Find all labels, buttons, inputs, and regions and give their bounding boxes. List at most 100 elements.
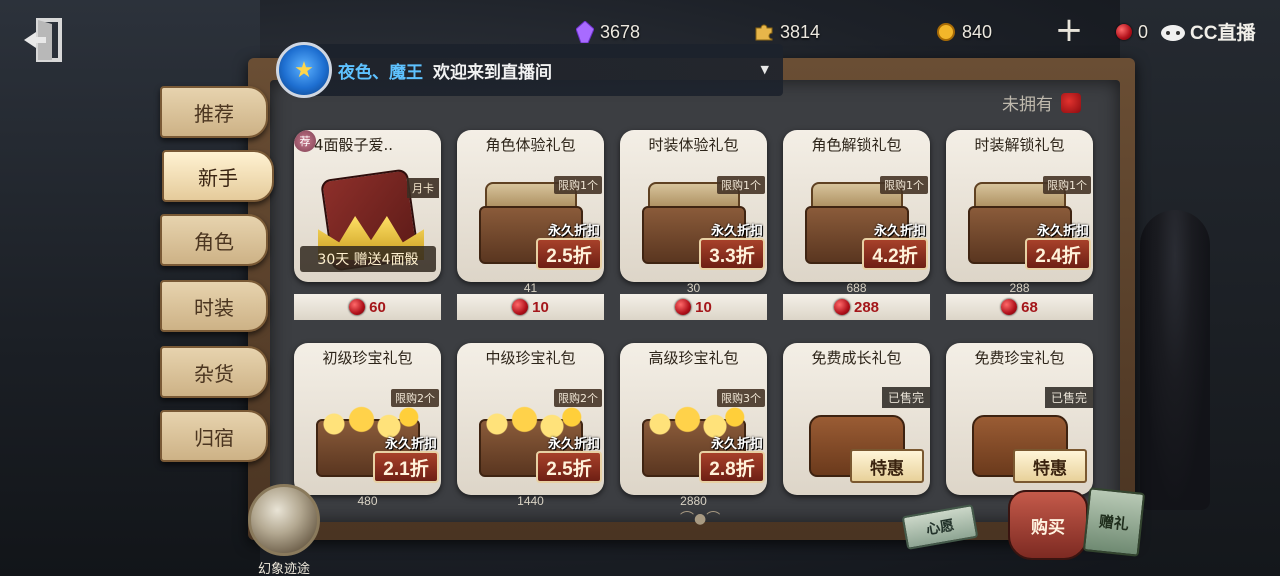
item-card-costume-trial[interactable]: 时装体验礼包 限购1个 永久折扣 3.3折: [620, 130, 767, 282]
price-tag: 10: [620, 294, 767, 320]
tab-misc[interactable]: 杂货: [160, 346, 268, 398]
tab-label: 杂货: [194, 361, 234, 386]
price-value: 10: [532, 298, 549, 316]
wishlist-label: 心愿: [924, 517, 956, 539]
buy-label: 购买: [1031, 517, 1065, 538]
card-title: 初级珍宝礼包: [322, 349, 413, 367]
red-count: 0: [1138, 21, 1149, 42]
phantom-journey-label: 幻象迹途: [257, 562, 310, 576]
red-gem-icon: [833, 299, 850, 315]
item-card-treasure-mid[interactable]: 中级珍宝礼包 限购2个 永久折扣 2.5折: [457, 343, 604, 495]
buy-button[interactable]: 购买: [1008, 490, 1088, 560]
tab-newbie[interactable]: 新手: [162, 150, 274, 202]
limit-tag: 限购2个: [391, 389, 439, 407]
original-price: 2880: [680, 494, 707, 508]
limit-tag: 限购1个: [1043, 176, 1091, 194]
original-price: 688: [846, 281, 867, 295]
item-card-treasure-high[interactable]: 高级珍宝礼包 限购3个 永久折扣 2.8折: [620, 343, 767, 495]
item-card-free-growth[interactable]: 免费成长礼包 已售完 特惠: [783, 343, 930, 495]
red-gem-icon: [675, 299, 692, 315]
permanent-discount-tag: 永久折扣: [547, 437, 600, 452]
discount-badge: 2.8折: [699, 451, 765, 483]
tab-label: 归宿: [194, 425, 234, 450]
item-card-treasure-basic[interactable]: 初级珍宝礼包 限购2个 永久折扣 2.1折: [294, 343, 441, 495]
notice-username: 夜色、魔王: [338, 62, 423, 83]
tab-label: 角色: [194, 229, 234, 254]
discount-badge: 2.5折: [536, 238, 602, 270]
bonus-text: 30天 赠送4面骰: [300, 246, 436, 272]
puzzle-piece-icon: [755, 24, 773, 41]
sold-out-tag: 已售完: [881, 387, 930, 408]
price-value: 288: [853, 298, 880, 316]
tab-character[interactable]: 角色: [160, 214, 268, 266]
original-price: 30: [686, 281, 701, 295]
permanent-discount-tag: 永久折扣: [873, 224, 926, 239]
discount-badge: 3.3折: [699, 238, 765, 270]
phantom-journey-button[interactable]: [248, 484, 320, 556]
item-card-free-treasure[interactable]: 免费珍宝礼包 已售完 特惠: [946, 343, 1093, 495]
add-currency-button[interactable]: +: [1052, 13, 1086, 49]
gift-button[interactable]: 赠礼: [1082, 487, 1146, 557]
card-title: 免费珍宝礼包: [974, 349, 1065, 367]
tab-home[interactable]: 归宿: [160, 410, 268, 462]
chevron-down-icon[interactable]: ▼: [761, 63, 769, 76]
original-price: 41: [523, 281, 538, 295]
price-tag: 60: [294, 294, 441, 320]
item-card-dice-month[interactable]: 荐 4面骰子爱.. 月卡 30天 赠送4面骰: [294, 130, 441, 282]
tab-label: 新手: [198, 165, 238, 190]
permanent-discount-tag: 永久折扣: [384, 437, 437, 452]
scroll-ornament-icon: ⌒●⌒: [680, 511, 721, 527]
red-gem-icon: [1116, 24, 1132, 40]
item-card-character-unlock[interactable]: 角色解锁礼包 限购1个 永久折扣 4.2折: [783, 130, 930, 282]
cc-live-brand: CC直播: [1160, 18, 1255, 45]
permanent-discount-tag: 永久折扣: [710, 224, 763, 239]
not-owned-label: 未拥有: [1002, 95, 1053, 115]
gift-label: 赠礼: [1098, 511, 1130, 534]
coin-currency: 840: [936, 18, 992, 46]
discount-badge: 2.5折: [536, 451, 602, 483]
red-gem-icon: [1001, 299, 1018, 315]
card-title: 免费成长礼包: [811, 349, 902, 367]
card-title: 4面骰子爱..: [314, 136, 394, 154]
not-owned-filter[interactable]: 未拥有: [1002, 90, 1081, 115]
gold-coin-icon: [937, 23, 955, 41]
discount-badge: 2.1折: [373, 451, 439, 483]
recommend-badge: 荐: [294, 130, 316, 152]
item-card-costume-unlock[interactable]: 时装解锁礼包 限购1个 永久折扣 2.4折: [946, 130, 1093, 282]
permanent-discount-tag: 永久折扣: [547, 224, 600, 239]
original-price: 1440: [517, 494, 544, 508]
permanent-discount-tag: 永久折扣: [1036, 224, 1089, 239]
original-price: 288: [1009, 281, 1030, 295]
exit-door-button[interactable]: [18, 12, 74, 68]
limit-tag: 限购1个: [717, 176, 765, 194]
discount-badge: 2.4折: [1025, 238, 1091, 270]
gem-currency: 3678: [576, 18, 640, 46]
red-gem-icon: [512, 299, 529, 315]
price-tag: 288: [783, 294, 930, 320]
price-value: 10: [695, 298, 712, 316]
special-offer-badge: 特惠: [850, 449, 924, 483]
purple-gem-icon: [576, 21, 594, 43]
filter-checkbox[interactable]: [1061, 92, 1081, 113]
month-card-tag: 月卡: [407, 178, 439, 198]
puzzle-count: 3814: [780, 21, 821, 42]
price-value: 60: [369, 298, 386, 316]
card-title: 时装体验礼包: [648, 136, 739, 154]
price-tag: 10: [457, 294, 604, 320]
cc-logo-icon: [1161, 24, 1185, 41]
tab-label: 推荐: [194, 101, 234, 126]
character-silhouette: [1140, 210, 1210, 510]
limit-tag: 限购3个: [717, 389, 765, 407]
permanent-discount-tag: 永久折扣: [710, 437, 763, 452]
red-gem-icon: [349, 299, 366, 315]
card-title: 中级珍宝礼包: [485, 349, 576, 367]
tab-costume[interactable]: 时装: [160, 280, 268, 332]
item-card-character-trial[interactable]: 角色体验礼包 限购1个 永久折扣 2.5折: [457, 130, 604, 282]
live-notification-bar[interactable]: ★ 夜色、魔王 欢迎来到直播间 ▼: [276, 42, 783, 98]
exit-door-icon: [24, 18, 62, 62]
tab-recommend[interactable]: 推荐: [160, 86, 268, 138]
card-title: 角色体验礼包: [485, 136, 576, 154]
limit-tag: 限购1个: [554, 176, 602, 194]
tab-label: 时装: [194, 295, 234, 320]
puzzle-currency: 3814: [754, 18, 820, 46]
